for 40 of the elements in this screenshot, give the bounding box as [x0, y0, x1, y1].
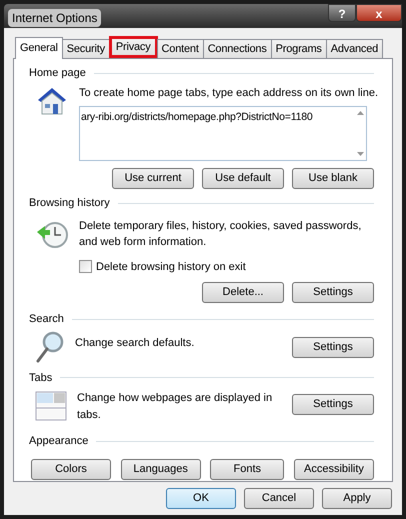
search-settings-button[interactable]: Settings	[292, 336, 374, 358]
search-icon	[35, 330, 65, 364]
dialog-button[interactable]: Apply	[322, 488, 392, 509]
checkbox-label: Delete browsing history on exit	[96, 260, 246, 274]
window-title: Internet Options	[8, 9, 102, 27]
home-page-button[interactable]: Use current	[112, 168, 194, 189]
dialog-button[interactable]: Cancel	[244, 488, 314, 509]
description: Change how webpages are displayed in tabs.	[77, 391, 274, 422]
history-button[interactable]: Settings	[292, 282, 374, 303]
tabs-icon	[35, 390, 67, 422]
scroll-down-icon[interactable]	[356, 152, 364, 156]
appearance-button[interactable]: Languages	[120, 458, 201, 480]
close-button[interactable]: x	[356, 4, 402, 22]
appearance-button[interactable]: Fonts	[210, 458, 284, 480]
dialog-button[interactable]: OK	[166, 488, 236, 509]
description: Delete temporary files, history, cookies, saved passwords, and web form information.	[79, 218, 362, 250]
checkbox[interactable]	[79, 260, 92, 274]
appearance-button[interactable]: Accessibility	[294, 458, 374, 480]
scroll-up-icon[interactable]	[356, 111, 364, 115]
section-heading: Tabs	[29, 370, 52, 386]
home-page-button[interactable]: Use blank	[292, 168, 374, 189]
help-button[interactable]: ?	[328, 4, 356, 22]
section-heading: Search	[29, 312, 64, 327]
tab[interactable]: Privacy	[108, 36, 158, 58]
section-heading: Browsing history	[29, 196, 110, 211]
tab[interactable]: Content	[156, 39, 204, 58]
tab[interactable]: Programs	[270, 39, 327, 58]
section-heading: Appearance	[29, 434, 88, 449]
history-button[interactable]: Delete...	[202, 282, 284, 303]
home-page-button[interactable]: Use default	[202, 168, 284, 189]
tab[interactable]: Connections	[202, 39, 272, 58]
tab[interactable]: Security	[62, 39, 110, 58]
tabs-settings-button[interactable]: Settings	[292, 394, 374, 415]
address-field[interactable]: ary-ribi.org/districts/homepage.php?DistrictNo=1180	[79, 106, 367, 161]
tab[interactable]: General	[15, 37, 63, 59]
appearance-button[interactable]: Colors	[31, 458, 111, 480]
tab[interactable]: Advanced	[326, 39, 384, 58]
section-heading: Home page	[29, 66, 86, 81]
description: To create home page tabs, type each address on its own line.	[79, 86, 378, 100]
description: Change search defaults.	[75, 336, 196, 350]
